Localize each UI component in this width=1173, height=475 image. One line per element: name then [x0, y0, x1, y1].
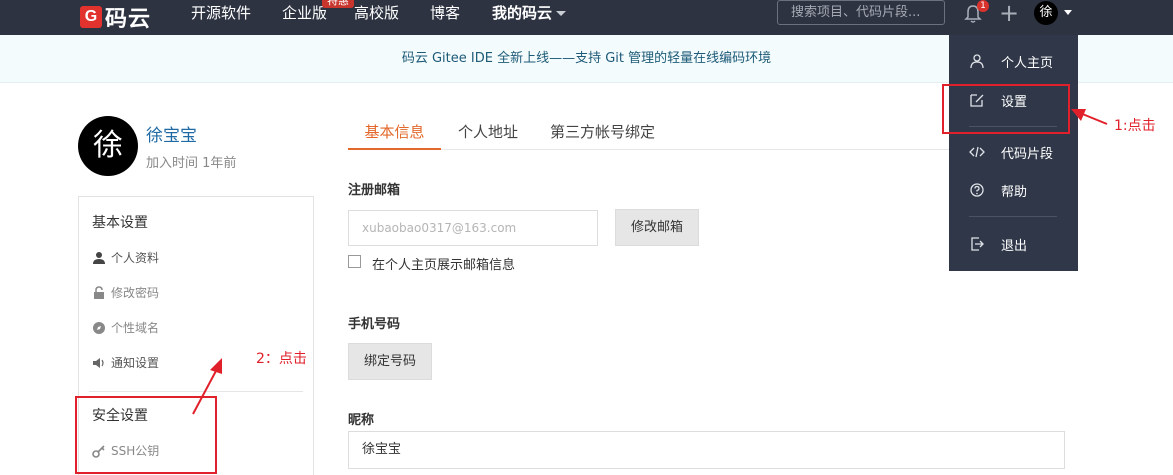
code-icon: [969, 146, 985, 158]
tab-basic-info[interactable]: 基本信息: [348, 114, 441, 150]
nav-open-source[interactable]: 开源软件: [191, 0, 251, 35]
nav-my-gitee[interactable]: 我的码云: [492, 0, 567, 35]
logout-icon: [971, 237, 984, 251]
user-icon: [93, 251, 105, 264]
sidebar-item-profile[interactable]: 个人资料: [92, 249, 159, 266]
email-field[interactable]: xubaobao0317@163.com: [348, 210, 598, 246]
notification-count-badge: 1: [977, 0, 989, 12]
menu-item-homepage[interactable]: 个人主页: [949, 48, 1078, 74]
lock-icon: [94, 285, 104, 299]
speaker-icon: [93, 357, 104, 368]
menu-item-snippets[interactable]: 代码片段: [949, 139, 1078, 165]
tab-third-party[interactable]: 第三方帐号绑定: [540, 114, 665, 150]
plus-icon[interactable]: +: [999, 0, 1019, 26]
sidebar-item-domain[interactable]: 个性域名: [92, 319, 159, 336]
profile-joined-time: 加入时间 1年前: [146, 156, 237, 171]
nav-enterprise[interactable]: 企业版: [282, 0, 327, 35]
top-navbar: G 码云 开源软件 企业版 特惠 高校版 博客 我的码云 搜索项目、代码片段..…: [0, 0, 1173, 35]
user-outline-icon: [970, 54, 984, 69]
sidebar-item-label: 通知设置: [111, 356, 160, 370]
help-icon: [970, 183, 984, 197]
search-input[interactable]: 搜索项目、代码片段...: [777, 0, 945, 25]
annotation-step1-text: 1:点击: [1114, 118, 1156, 134]
nickname-label: 昵称: [348, 413, 375, 428]
announcement-text[interactable]: 码云 Gitee IDE 全新上线——支持 Git 管理的轻量在线编码环境: [402, 51, 771, 66]
annotation-box-security: [75, 396, 217, 474]
sidebar-item-label: 个性域名: [111, 321, 160, 335]
user-dropdown-menu: 个人主页 设置 代码片段 帮助 退出: [949, 35, 1078, 271]
nav-my-gitee-label: 我的码云: [492, 4, 553, 22]
sidebar-item-label: 修改密码: [111, 286, 160, 300]
logo-mark-icon: G: [80, 6, 102, 28]
menu-item-label: 退出: [1001, 238, 1028, 254]
hot-badge: 特惠: [322, 0, 354, 8]
user-avatar[interactable]: 徐: [1034, 1, 1058, 25]
avatar-caret-icon[interactable]: [1064, 10, 1072, 15]
annotation-box-settings: [942, 84, 1070, 134]
sidebar-divider: [89, 391, 303, 392]
menu-item-label: 个人主页: [1001, 55, 1054, 71]
sidebar-section-basic: 基本设置: [92, 215, 148, 231]
nav-blog[interactable]: 博客: [430, 0, 460, 35]
phone-label: 手机号码: [348, 317, 401, 332]
nav-university[interactable]: 高校版: [354, 0, 399, 35]
annotation-step2-text: 2：点击: [256, 351, 307, 367]
email-label: 注册邮箱: [348, 183, 401, 198]
sidebar-item-notifications[interactable]: 通知设置: [92, 354, 159, 371]
arrow-step1-line: [1079, 112, 1108, 125]
menu-divider: [969, 216, 1057, 217]
sidebar-item-password[interactable]: 修改密码: [92, 284, 159, 301]
menu-item-label: 帮助: [1001, 184, 1028, 200]
tab-address[interactable]: 个人地址: [446, 114, 530, 150]
chevron-down-icon: [556, 11, 567, 16]
menu-item-label: 代码片段: [1001, 146, 1054, 162]
bind-phone-button[interactable]: 绑定号码: [348, 343, 432, 380]
logo-text: 码云: [105, 7, 152, 32]
profile-avatar[interactable]: 徐: [78, 116, 138, 176]
menu-item-logout[interactable]: 退出: [949, 231, 1078, 257]
menu-item-help[interactable]: 帮助: [949, 177, 1078, 203]
profile-name[interactable]: 徐宝宝: [146, 121, 197, 146]
compass-icon: [93, 321, 105, 334]
sidebar-item-label: 个人资料: [111, 251, 160, 265]
change-email-button[interactable]: 修改邮箱: [615, 209, 699, 246]
show-email-checkbox[interactable]: [348, 255, 361, 268]
gitee-logo[interactable]: G 码云: [80, 2, 151, 32]
nickname-field[interactable]: 徐宝宝: [348, 431, 1065, 469]
show-email-label[interactable]: 在个人主页展示邮箱信息: [372, 254, 515, 273]
